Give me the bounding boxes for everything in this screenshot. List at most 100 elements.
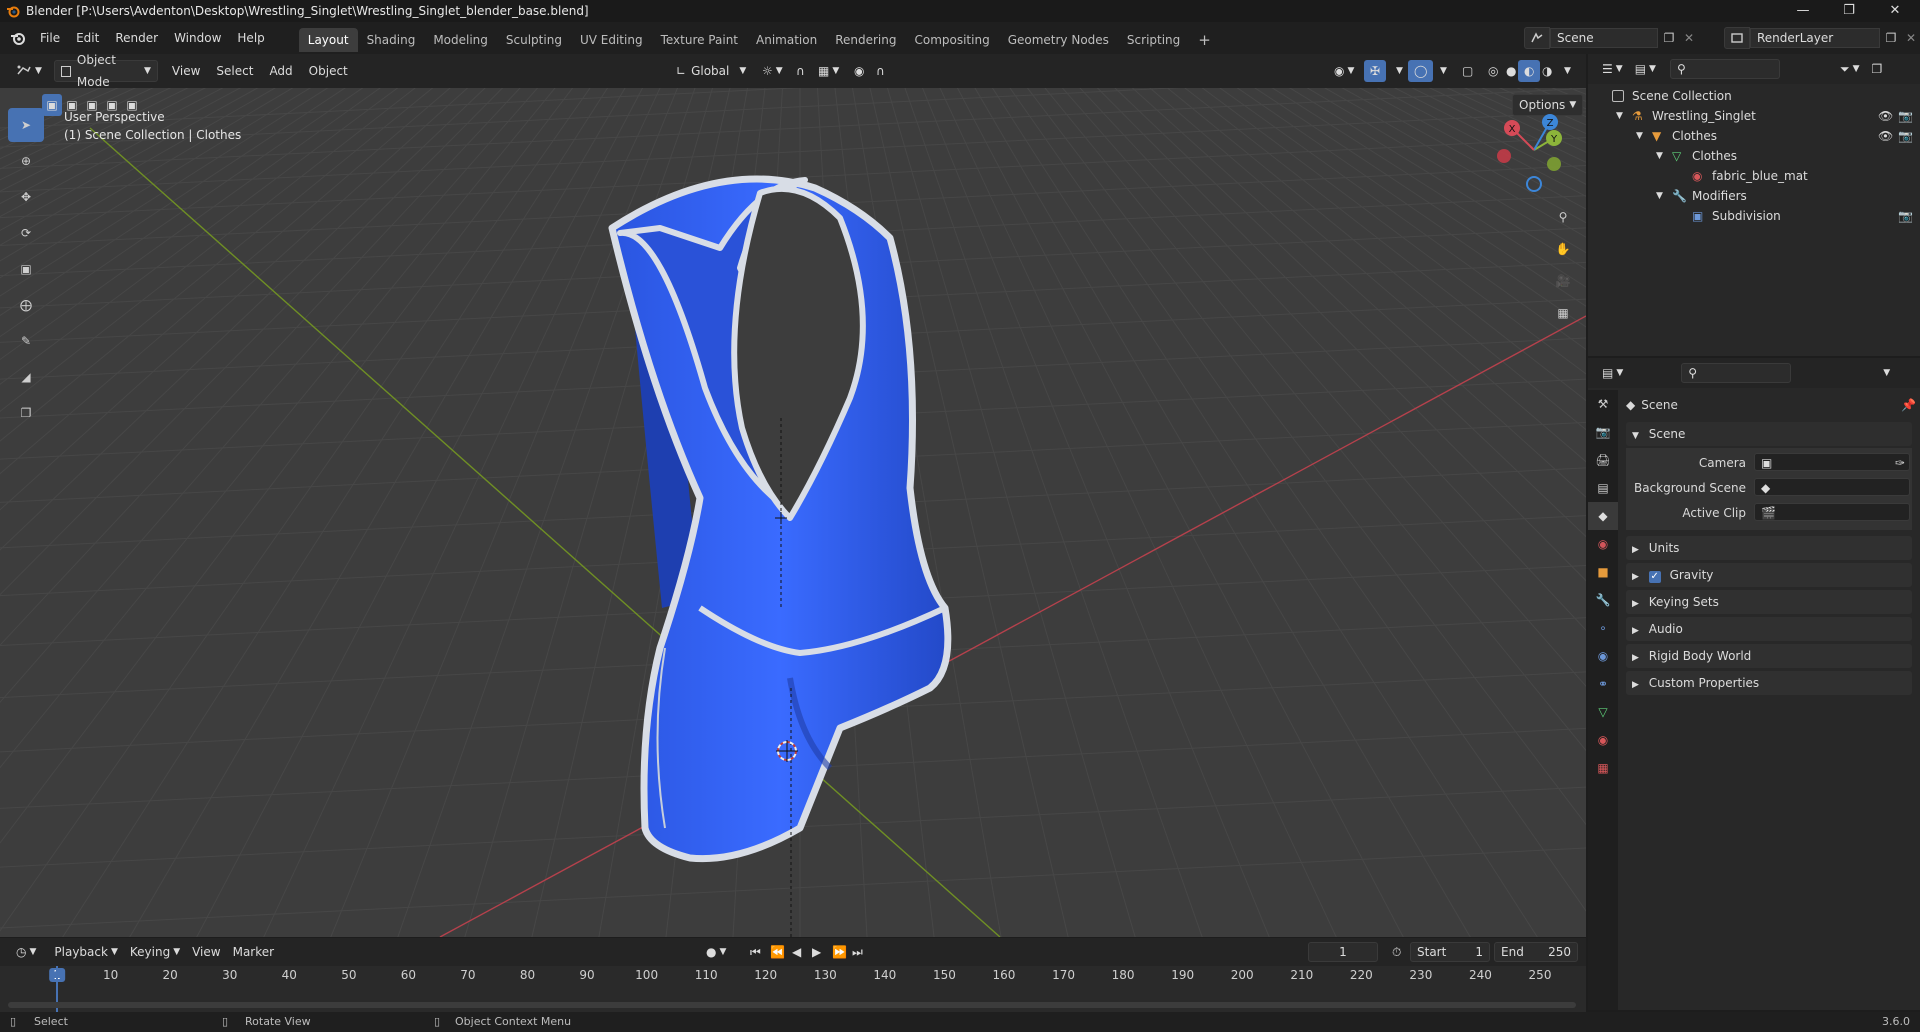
- minimize-button[interactable]: —: [1780, 0, 1826, 22]
- tab-geometry-nodes[interactable]: Geometry Nodes: [999, 28, 1118, 52]
- view-layer-tab-icon[interactable]: ▤: [1588, 474, 1618, 502]
- outliner-row-wrestling-singlet[interactable]: ▼ ⚗ Wrestling_Singlet 👁 📷: [1588, 106, 1920, 126]
- audio-panel[interactable]: ▶ Audio: [1626, 617, 1912, 641]
- particles-tab-icon[interactable]: ∘: [1588, 614, 1618, 642]
- new-collection-icon[interactable]: ❐: [1865, 58, 1888, 80]
- menu-keying[interactable]: Keying ▼: [124, 941, 186, 963]
- tab-uv-editing[interactable]: UV Editing: [571, 28, 652, 52]
- tab-animation[interactable]: Animation: [747, 28, 826, 52]
- gravity-checkbox[interactable]: ✓: [1648, 571, 1661, 583]
- properties-editor-type-icon[interactable]: ▤ ▼: [1596, 362, 1629, 384]
- auto-keying-icon[interactable]: ● ▼: [700, 941, 732, 963]
- overlays-toggle-icon[interactable]: ◯: [1408, 60, 1434, 82]
- gizmo-toggle-icon[interactable]: ✠: [1364, 60, 1387, 82]
- rigid-body-world-panel[interactable]: ▶ Rigid Body World: [1626, 644, 1912, 668]
- output-tab-icon[interactable]: 🖨: [1588, 446, 1618, 474]
- gravity-panel[interactable]: ▶ ✓ Gravity: [1626, 563, 1912, 587]
- properties-options-icon[interactable]: ▼: [1877, 362, 1896, 384]
- background-scene-field[interactable]: ◆: [1754, 478, 1910, 496]
- frame-ruler[interactable]: 1102030405060708090100110120130140150160…: [0, 966, 1586, 986]
- shading-rendered-icon[interactable]: ◑: [1536, 60, 1558, 82]
- select-box-mode-icon[interactable]: ▣: [42, 94, 62, 116]
- expand-arrow-icon[interactable]: ▼: [1656, 186, 1663, 206]
- falloff-icon[interactable]: ∩: [870, 60, 891, 82]
- play-icon[interactable]: ▶: [806, 941, 827, 963]
- tool-tab-icon[interactable]: ⚒: [1588, 390, 1618, 418]
- pivot-point-icon[interactable]: ☼ ▼: [756, 60, 789, 82]
- transform-orientation-selector[interactable]: ∟ Global ▼: [670, 60, 752, 82]
- 3d-viewport[interactable]: ▣ ▣ ▣ ▣ ▣ Options ▼ ➤ ⊕ ✥ ⟳ ▣ ⨁ ✎ ◢ ❐ Use…: [0, 88, 1586, 937]
- shading-dropdown-icon[interactable]: ▼: [1558, 60, 1577, 82]
- outliner-editor-type-icon[interactable]: ☰ ▼: [1596, 58, 1629, 80]
- menu-object[interactable]: Object: [303, 60, 354, 82]
- modifiers-tab-icon[interactable]: 🔧: [1588, 586, 1618, 614]
- end-frame-field[interactable]: End 250: [1494, 942, 1578, 962]
- constraints-tab-icon[interactable]: ⚭: [1588, 670, 1618, 698]
- menu-view[interactable]: View: [166, 60, 206, 82]
- texture-tab-icon[interactable]: ▦: [1588, 754, 1618, 782]
- scale-tool-icon[interactable]: ▣: [8, 252, 44, 286]
- delete-scene-icon[interactable]: ✕: [1680, 28, 1698, 48]
- render-tab-icon[interactable]: 📷: [1588, 418, 1618, 446]
- tab-shading[interactable]: Shading: [358, 28, 425, 52]
- tab-layout[interactable]: Layout: [298, 28, 358, 52]
- expand-arrow-icon[interactable]: ▼: [1656, 146, 1663, 166]
- jump-end-icon[interactable]: ⏭: [846, 941, 869, 963]
- scene-name-field[interactable]: Scene: [1550, 28, 1658, 48]
- add-cube-tool-icon[interactable]: ❐: [8, 396, 44, 430]
- properties-search-input[interactable]: ⚲: [1681, 363, 1792, 383]
- outliner-row-scene-collection[interactable]: Scene Collection: [1588, 86, 1920, 106]
- outliner-row-clothes-mesh[interactable]: ▼ ▽ Clothes: [1588, 146, 1920, 166]
- outliner-row-modifiers[interactable]: ▼ 🔧 Modifiers: [1588, 186, 1920, 206]
- menu-help[interactable]: Help: [229, 22, 272, 54]
- menu-add[interactable]: Add: [263, 60, 298, 82]
- use-preview-range-icon[interactable]: ⏱: [1386, 941, 1407, 963]
- scene-icon[interactable]: [1524, 27, 1550, 49]
- scene-panel-header[interactable]: ▼ Scene: [1626, 422, 1912, 446]
- material-tab-icon[interactable]: ◉: [1588, 726, 1618, 754]
- select-box-tool-icon[interactable]: ➤: [8, 108, 44, 142]
- options-button[interactable]: Options ▼: [1512, 94, 1584, 116]
- start-frame-field[interactable]: Start 1: [1410, 942, 1490, 962]
- custom-properties-panel[interactable]: ▶ Custom Properties: [1626, 671, 1912, 695]
- maximize-button[interactable]: ❐: [1826, 0, 1872, 22]
- tab-compositing[interactable]: Compositing: [905, 28, 998, 52]
- timeline-scrollbar[interactable]: [8, 1002, 1576, 1008]
- object-tab-icon[interactable]: ■: [1588, 558, 1618, 586]
- camera-field[interactable]: ▣ ✑: [1754, 453, 1910, 471]
- snap-toggle-icon[interactable]: ∩: [790, 60, 811, 82]
- active-clip-field[interactable]: 🎬: [1754, 503, 1910, 521]
- data-tab-icon[interactable]: ▽: [1588, 698, 1618, 726]
- outliner-search-input[interactable]: ⚲: [1669, 59, 1780, 79]
- editor-type-icon[interactable]: ▼: [10, 60, 48, 82]
- view-layer-icon[interactable]: [1724, 27, 1750, 49]
- menu-select[interactable]: Select: [210, 60, 259, 82]
- render-camera-icon[interactable]: 📷: [1898, 126, 1913, 146]
- menu-file[interactable]: File: [32, 22, 68, 54]
- pan-view-icon[interactable]: ✋: [1550, 234, 1576, 264]
- render-camera-icon[interactable]: 📷: [1898, 106, 1913, 126]
- world-tab-icon[interactable]: ◉: [1588, 530, 1618, 558]
- timeline-editor-type-icon[interactable]: ◷ ▼: [10, 941, 42, 963]
- visibility-selector-icon[interactable]: ◉ ▼: [1328, 60, 1360, 82]
- toggle-perspective-icon[interactable]: ▦: [1550, 298, 1576, 328]
- snap-target-icon[interactable]: ▦ ▼: [812, 60, 845, 82]
- proportional-edit-icon[interactable]: ◉: [848, 60, 870, 82]
- navigation-gizmo[interactable]: Y Z X: [1496, 114, 1580, 198]
- outliner-row-material[interactable]: ◉ fabric_blue_mat: [1588, 166, 1920, 186]
- new-scene-icon[interactable]: ❐: [1658, 28, 1680, 48]
- scene-tab-icon[interactable]: ◆: [1588, 502, 1618, 530]
- current-frame-field[interactable]: 1: [1308, 942, 1378, 962]
- eyedropper-icon[interactable]: ✑: [1895, 454, 1905, 472]
- visibility-eye-icon[interactable]: 👁: [1878, 126, 1893, 146]
- expand-arrow-icon[interactable]: ▼: [1636, 126, 1643, 146]
- transform-tool-icon[interactable]: ⨁: [8, 288, 44, 322]
- measure-tool-icon[interactable]: ◢: [8, 360, 44, 394]
- units-panel[interactable]: ▶ Units: [1626, 536, 1912, 560]
- tab-sculpting[interactable]: Sculpting: [497, 28, 571, 52]
- view-layer-field[interactable]: RenderLayer: [1750, 28, 1880, 48]
- expand-arrow-icon[interactable]: ▼: [1616, 106, 1623, 126]
- keying-sets-panel[interactable]: ▶ Keying Sets: [1626, 590, 1912, 614]
- add-workspace-icon[interactable]: +: [1189, 28, 1220, 52]
- new-view-layer-icon[interactable]: ❐: [1880, 28, 1902, 48]
